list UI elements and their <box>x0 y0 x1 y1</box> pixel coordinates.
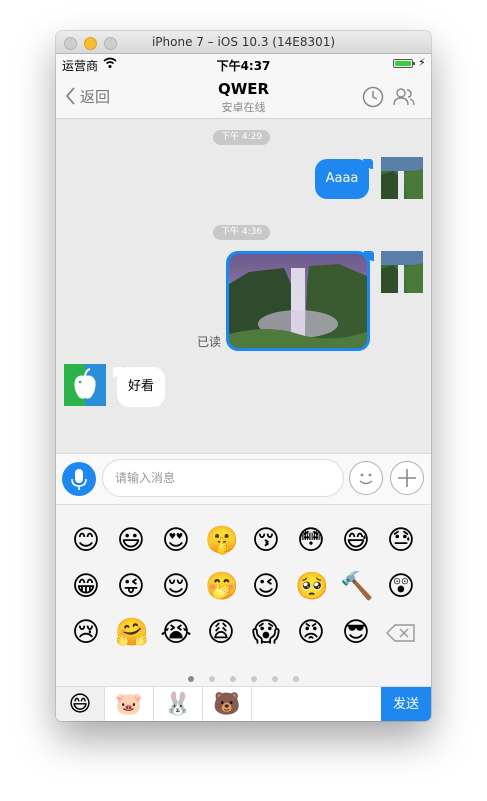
emoji-key[interactable]: 🤭 <box>205 571 239 603</box>
emoji-key[interactable]: 😁 <box>70 571 102 603</box>
emoji-key[interactable]: 😌 <box>160 571 192 603</box>
category-tab-pig[interactable]: 🐷 <box>105 687 154 721</box>
page-dot[interactable] <box>293 676 300 682</box>
emoji-key[interactable]: 😚 <box>250 525 282 557</box>
plus-icon <box>398 469 416 487</box>
emoji-key[interactable]: 😢 <box>70 617 102 649</box>
timestamp-pill: 下午 4:29 <box>213 130 271 145</box>
send-button[interactable]: 发送 <box>381 687 431 721</box>
category-tab-bear[interactable]: 🐻 <box>203 687 252 721</box>
emoji-key[interactable]: 😃 <box>115 525 147 557</box>
voice-button[interactable] <box>62 462 96 496</box>
page-dot[interactable] <box>208 676 215 682</box>
emoji-key[interactable]: 🔨 <box>340 571 374 603</box>
chat-area[interactable]: 下午 4:29 Aaaa 下午 4:36 已读 好看 <box>56 119 431 453</box>
emoji-key[interactable]: 😎 <box>340 617 372 649</box>
page-dot[interactable] <box>251 676 258 682</box>
emoji-key[interactable]: 😭 <box>160 617 192 649</box>
outgoing-message-bubble[interactable]: Aaaa <box>315 159 373 199</box>
page-dot[interactable] <box>229 676 236 682</box>
emoji-key[interactable]: 😓 <box>385 525 417 557</box>
simulator-window: iPhone 7 – iOS 10.3 (14E8301) 运营商 下午4:37… <box>56 31 431 721</box>
charging-icon: ⚡ <box>418 56 426 69</box>
status-bar: 运营商 下午4:37 ⚡ <box>56 54 431 74</box>
incoming-message-bubble[interactable]: 好看 <box>113 367 165 407</box>
emoji-key[interactable]: 😜 <box>115 571 147 603</box>
category-tab-rabbit[interactable]: 🐰 <box>154 687 203 721</box>
battery-icon <box>393 59 415 68</box>
timestamp-pill: 下午 4:36 <box>213 225 271 240</box>
waterfall-thumbnail-icon <box>381 157 423 199</box>
emoji-key[interactable]: 🥺 <box>295 571 329 603</box>
emoji-key[interactable]: 😅 <box>340 525 372 557</box>
microphone-icon <box>71 469 87 490</box>
emoji-key[interactable]: 😍 <box>160 525 192 557</box>
window-titlebar: iPhone 7 – iOS 10.3 (14E8301) <box>56 31 431 54</box>
emoji-key[interactable]: 😱 <box>250 617 282 649</box>
input-bar <box>56 453 431 505</box>
contact-avatar[interactable] <box>64 364 106 406</box>
message-text: Aaaa <box>325 171 359 186</box>
emoji-key[interactable]: 😡 <box>295 617 327 649</box>
page-indicator[interactable] <box>56 667 431 686</box>
category-tab-smileys[interactable]: 😄 <box>56 687 105 721</box>
emoji-button[interactable] <box>349 461 383 495</box>
android-apple-icon <box>64 364 106 406</box>
history-clock-icon[interactable] <box>362 86 384 108</box>
message-text: 好看 <box>127 379 154 394</box>
my-avatar[interactable] <box>381 251 423 293</box>
waterfall-photo <box>229 254 367 348</box>
emoji-key[interactable]: 😲 <box>385 571 417 603</box>
navigation-bar: 返回 QWER 安卓在线 <box>56 74 431 119</box>
emoji-key[interactable]: 🤗 <box>115 617 149 649</box>
contacts-icon[interactable] <box>392 85 416 109</box>
smiley-icon <box>359 473 373 485</box>
status-time: 下午4:37 <box>216 59 271 73</box>
more-button[interactable] <box>390 461 424 495</box>
emoji-panel: 😊 😃 😍 🤫 😚 😳 😅 😓 😁 😜 😌 🤭 😉 🥺 🔨 😲 😢 🤗 😭 😩 … <box>56 505 431 686</box>
emoji-key[interactable]: 😳 <box>295 525 327 557</box>
waterfall-thumbnail-icon <box>381 251 423 293</box>
emoji-key[interactable]: 😊 <box>70 525 102 557</box>
page-dot[interactable] <box>272 676 279 682</box>
emoji-key[interactable]: 🤫 <box>205 525 239 557</box>
read-receipt: 已读 <box>197 335 222 349</box>
page-dot-active[interactable] <box>187 676 194 682</box>
message-input[interactable] <box>102 459 344 497</box>
emoji-category-bar: 😄 🐷 🐰 🐻 发送 <box>56 686 431 721</box>
window-title: iPhone 7 – iOS 10.3 (14E8301) <box>151 35 336 49</box>
emoji-key[interactable]: 😉 <box>250 571 282 603</box>
my-avatar[interactable] <box>381 157 423 199</box>
backspace-icon[interactable] <box>386 623 416 643</box>
emoji-key[interactable]: 😩 <box>205 617 237 649</box>
outgoing-image-bubble[interactable] <box>226 251 374 351</box>
